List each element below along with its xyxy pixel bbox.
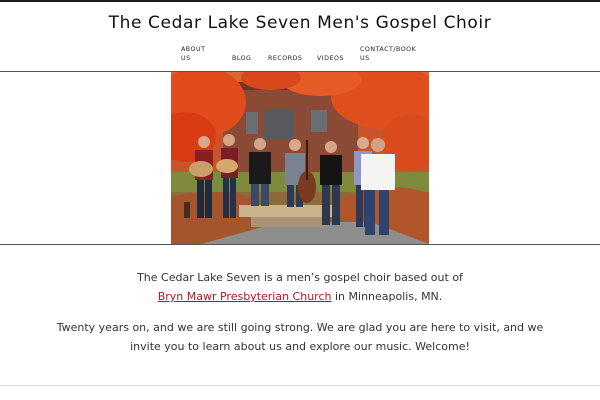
top-border (0, 0, 600, 2)
site-title[interactable]: The Cedar Lake Seven Men's Gospel Choir (0, 13, 600, 33)
nav-videos[interactable]: Videos (317, 54, 344, 63)
intro-line-1: The Cedar Lake Seven is a men’s gospel c… (137, 271, 463, 284)
welcome-paragraph: Twenty years on, and we are still going … (0, 318, 600, 356)
main-nav: About us Blog Records Videos Contact/Boo… (0, 44, 600, 66)
welcome-line-1: Twenty years on, and we are still going … (56, 321, 544, 334)
nav-contact-book-us[interactable]: Contact/Book us (360, 45, 416, 63)
choir-photo (171, 72, 429, 244)
nav-about-us[interactable]: About us (181, 45, 211, 63)
nav-blog[interactable]: Blog (232, 54, 251, 63)
intro-line-2-suffix: in Minneapolis, MN. (331, 290, 443, 303)
church-link[interactable]: Bryn Mawr Presbyterian Church (158, 290, 332, 303)
photo-divider (0, 244, 600, 245)
nav-records[interactable]: Records (268, 54, 302, 63)
welcome-line-2: invite you to learn about us and explore… (130, 340, 470, 353)
footer-divider (0, 385, 600, 386)
intro-paragraph: The Cedar Lake Seven is a men’s gospel c… (0, 268, 600, 306)
